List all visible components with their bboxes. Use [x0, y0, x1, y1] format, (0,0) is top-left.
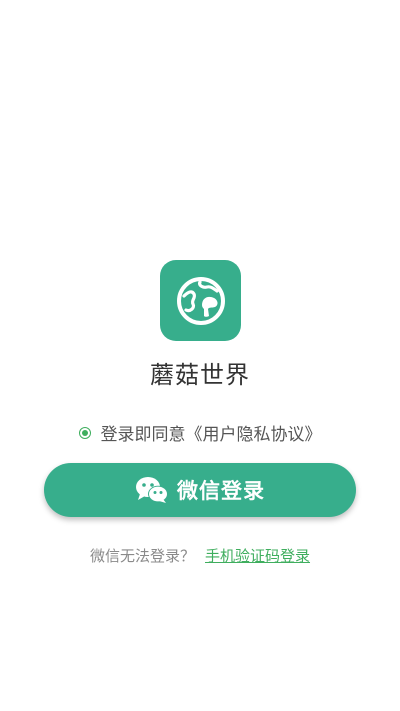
wechat-login-label: 微信登录: [177, 479, 265, 503]
wechat-fail-question: 微信无法登录？: [89, 547, 195, 565]
alternative-login-row: 微信无法登录？ 手机验证码登录: [0, 545, 400, 566]
agreement-row: 登录即同意《用户隐私协议》: [0, 420, 400, 445]
globe-mushroom-icon: [176, 276, 225, 325]
phone-code-login-link[interactable]: 手机验证码登录: [205, 545, 310, 566]
wechat-login-button[interactable]: 微信登录: [44, 463, 356, 517]
agreement-radio[interactable]: [78, 426, 91, 439]
app-logo: [160, 260, 241, 341]
radio-checked-dot: [81, 429, 88, 436]
login-screen: 蘑菇世界 登录即同意《用户隐私协议》 微信登录 微信无法登录？ 手机验证码登录: [0, 0, 400, 711]
wechat-icon: [135, 476, 169, 504]
agreement-text[interactable]: 登录即同意《用户隐私协议》: [101, 420, 322, 445]
app-name: 蘑菇世界: [150, 361, 250, 389]
